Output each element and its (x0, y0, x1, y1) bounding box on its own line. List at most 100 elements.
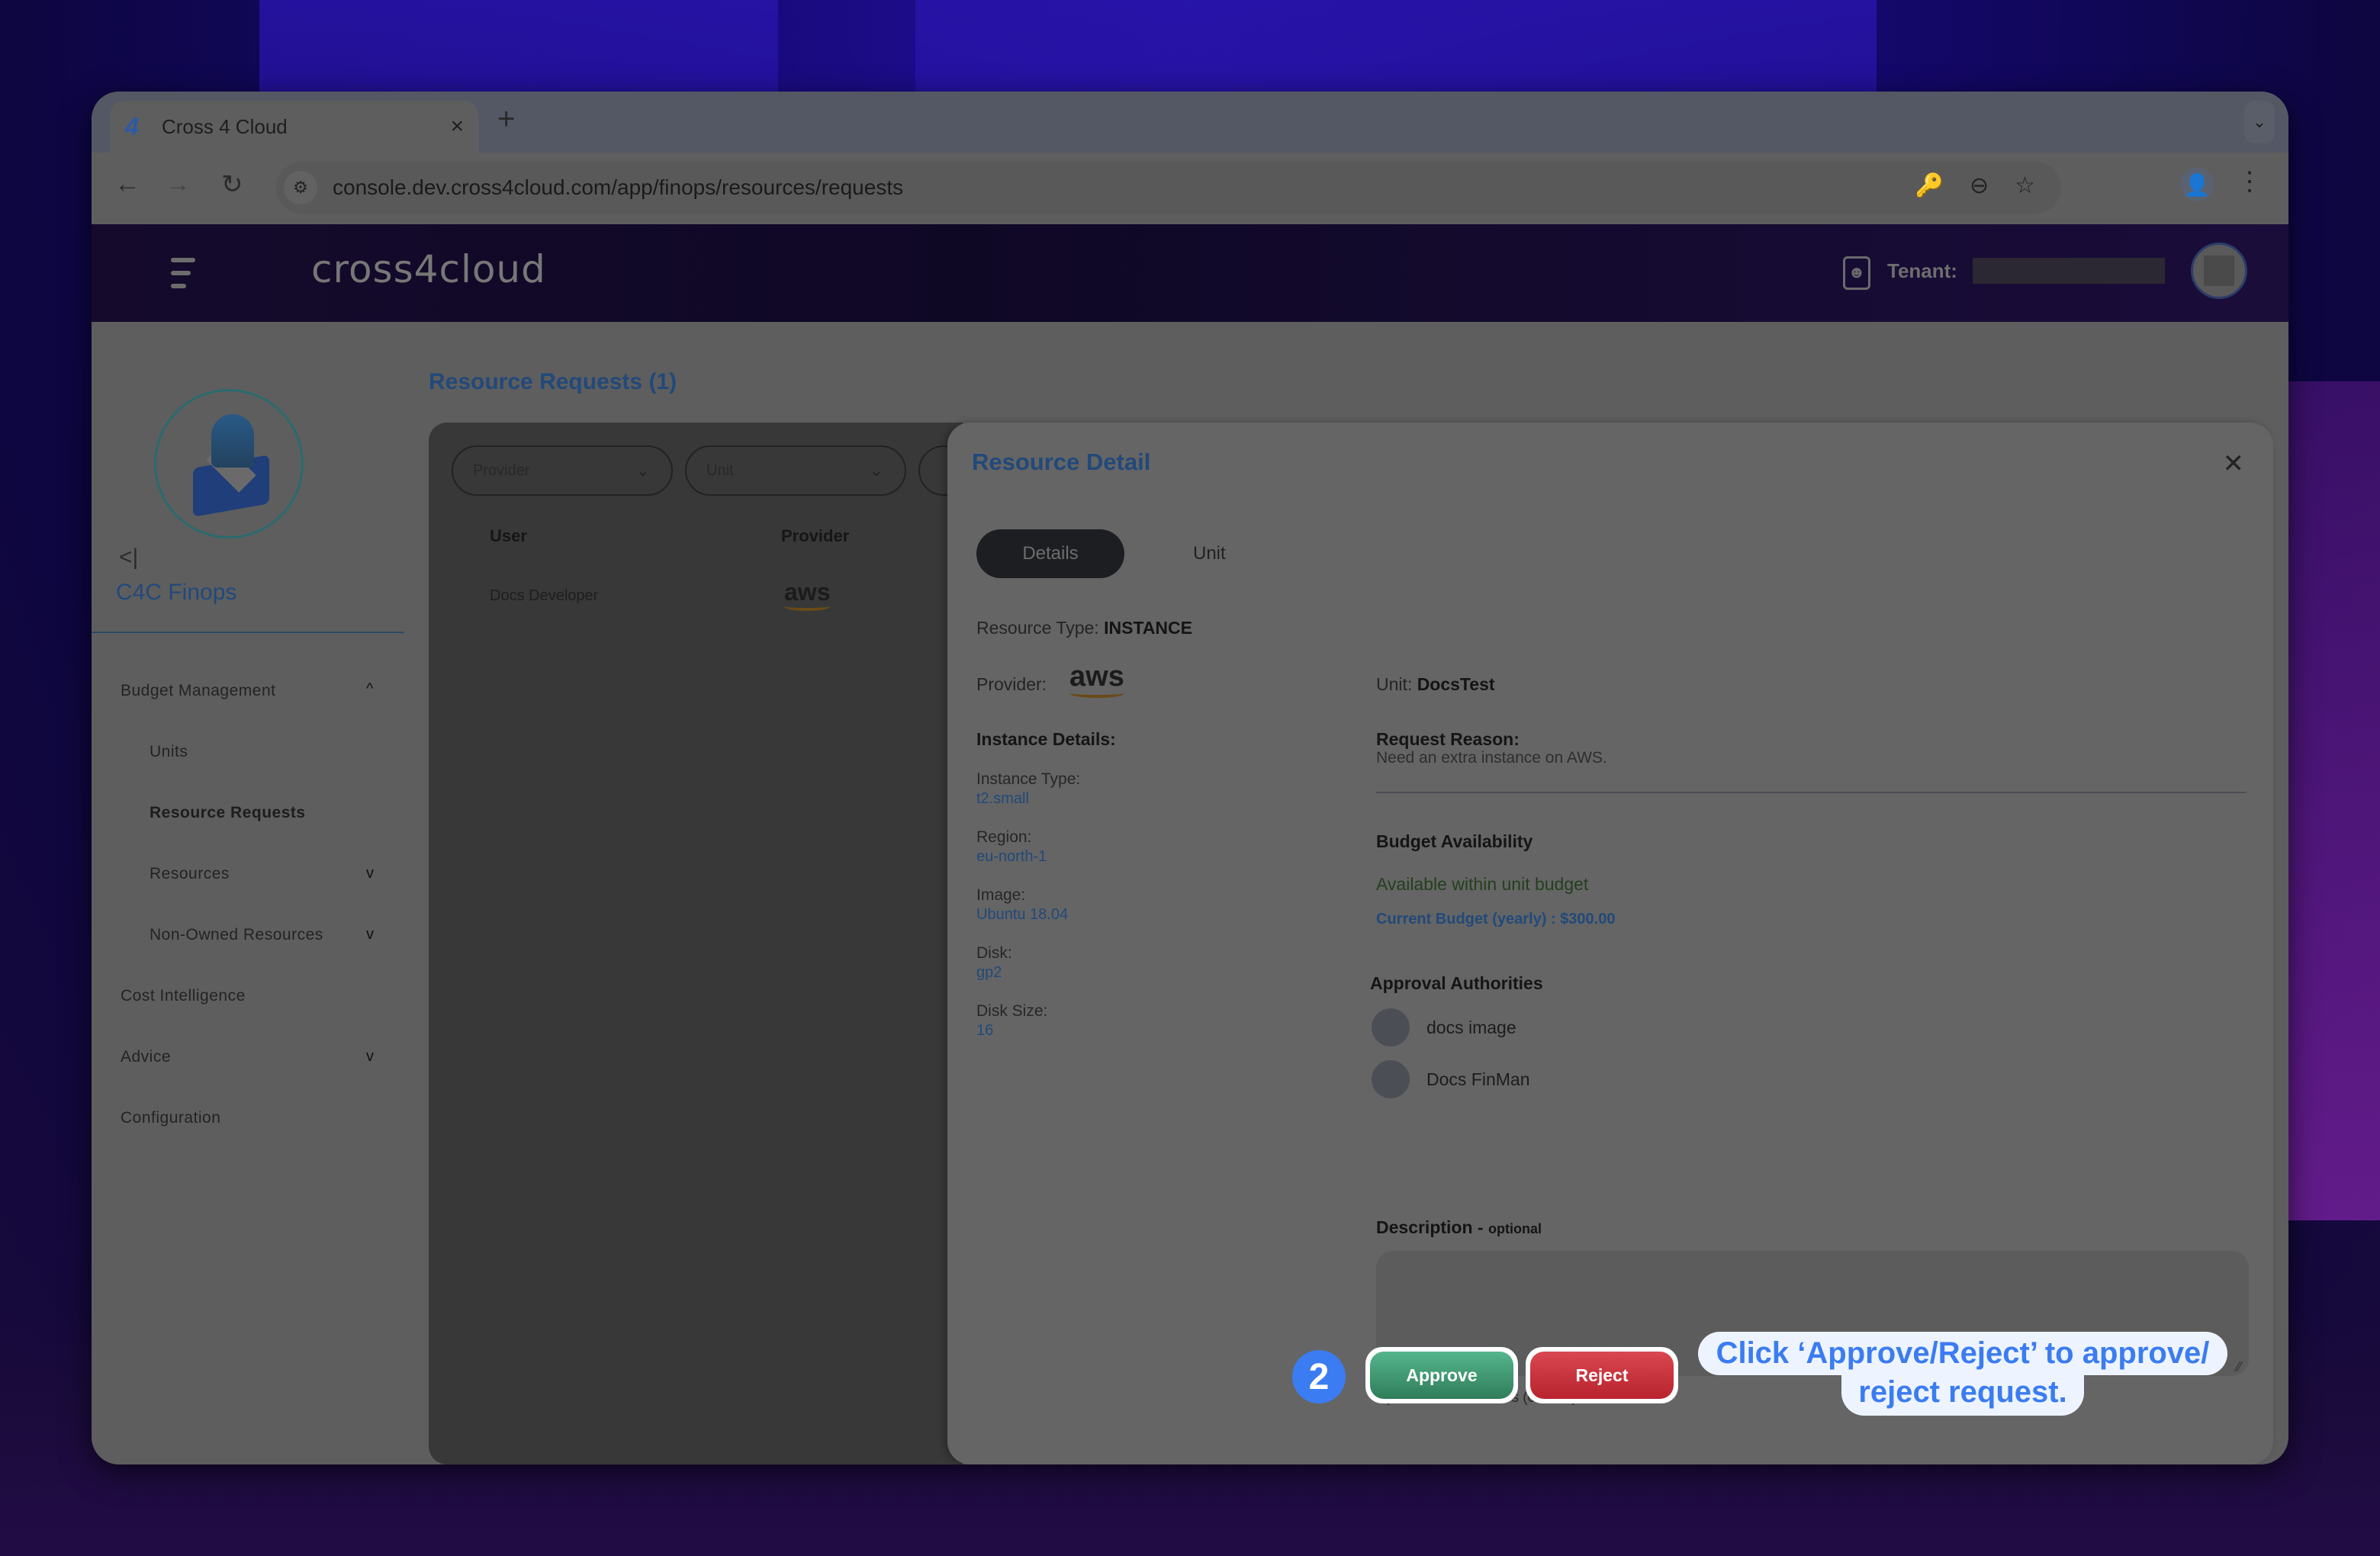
address-bar[interactable]: ⚙ console.dev.cross4cloud.com/app/finops… (276, 162, 2061, 214)
url-text[interactable]: console.dev.cross4cloud.com/app/finops/r… (333, 175, 903, 200)
sidebar-item-advice[interactable]: Advice (121, 1048, 171, 1066)
tutorial-callout: Click ‘Approve/Reject’ to approve/ rejec… (1698, 1332, 2227, 1416)
resize-handle-icon[interactable]: ⁄⁄ (2237, 1359, 2241, 1375)
approver-name: Docs FinMan (1426, 1069, 1530, 1089)
aws-logo-text: aws (784, 578, 831, 606)
new-tab-button[interactable]: + (497, 102, 515, 137)
sidebar-item-resource-requests[interactable]: Resource Requests (150, 804, 306, 822)
approver-item: docs image (1372, 1008, 1516, 1046)
finops-illustration-icon (154, 389, 304, 538)
disk-size-label: Disk Size: (976, 1002, 1048, 1020)
zoom-icon[interactable]: ⊖ (1970, 172, 1989, 199)
chevron-down-icon[interactable]: v (366, 865, 374, 882)
resource-type-value: INSTANCE (1104, 618, 1192, 638)
approve-button[interactable]: Approve (1370, 1352, 1513, 1399)
key-icon[interactable]: 🔑 (1915, 172, 1944, 199)
tenant-icon: ☻ (1843, 256, 1870, 290)
approver-item: Docs FinMan (1372, 1060, 1529, 1098)
approver-name: docs image (1426, 1017, 1516, 1037)
approver-avatar (1372, 1060, 1410, 1098)
bookmark-star-icon[interactable]: ☆ (2015, 172, 2035, 199)
sidebar-divider (92, 632, 404, 633)
region-label: Region: (976, 828, 1032, 846)
unit-filter-placeholder: Unit (706, 461, 734, 479)
callout-text-line2: reject request. (1841, 1375, 2084, 1416)
close-icon[interactable]: ✕ (2223, 448, 2245, 479)
sidebar-title: C4C Finops (116, 580, 237, 605)
approval-authorities-heading: Approval Authorities (1370, 973, 1543, 993)
browser-menu-icon[interactable]: ⋮ (2237, 166, 2263, 197)
chevron-up-icon[interactable]: ^ (366, 680, 373, 698)
provider-field: Provider: (976, 674, 1047, 695)
cross4cloud-favicon-icon: 4 (125, 113, 139, 140)
site-info-icon[interactable]: ⚙ (284, 171, 317, 204)
unit-value: DocsTest (1417, 674, 1495, 694)
chevron-down-icon[interactable]: v (366, 926, 374, 944)
tab-details[interactable]: Details (976, 529, 1124, 578)
unit-field: Unit: DocsTest (1376, 674, 1495, 695)
optional-hint: optional (1488, 1221, 1542, 1236)
tab-title: Cross 4 Cloud (162, 114, 288, 138)
budget-status: Available within unit budget (1376, 874, 1589, 894)
image-label: Image: (976, 886, 1026, 904)
forward-button[interactable]: → (165, 169, 191, 199)
sidebar-item-configuration[interactable]: Configuration (121, 1109, 220, 1127)
browser-toolbar: ← → ↻ ⚙ console.dev.cross4cloud.com/app/… (92, 153, 2288, 226)
instance-type-label: Instance Type: (976, 770, 1081, 788)
disk-label: Disk: (976, 944, 1012, 962)
description-label: Description - optional (1376, 1217, 1542, 1238)
disk-value: gp2 (976, 964, 1002, 981)
resource-type: Resource Type: INSTANCE (976, 618, 1192, 638)
resource-detail-modal: Resource Detail ✕ Details Unit Resource … (947, 423, 2273, 1464)
reject-button[interactable]: Reject (1530, 1352, 1674, 1399)
browser-tab[interactable]: 4 Cross 4 Cloud × (110, 101, 479, 153)
current-budget: Current Budget (yearly) : $300.00 (1376, 911, 1616, 927)
provider-filter[interactable]: Provider ⌄ (452, 445, 673, 496)
instance-details-heading: Instance Details: (976, 729, 1116, 749)
browser-window: 4 Cross 4 Cloud × + ⌄ ← → ↻ ⚙ console.de… (92, 92, 2288, 1464)
approve-button-highlight: Approve (1365, 1347, 1518, 1403)
tab-search-button[interactable]: ⌄ (2244, 101, 2275, 143)
app-header: cross4cloud ☻ Tenant: (92, 224, 2288, 322)
request-reason-heading: Request Reason: (1376, 729, 1520, 749)
sidebar-item-resources[interactable]: Resources (150, 865, 230, 883)
sidebar: <| C4C Finops Budget Management ^ Units … (92, 322, 404, 1464)
instance-type-value: t2.small (976, 790, 1029, 807)
back-button[interactable]: ← (114, 169, 140, 199)
budget-availability-heading: Budget Availability (1376, 831, 1533, 851)
user-avatar[interactable] (2191, 243, 2247, 299)
approver-avatar (1372, 1008, 1410, 1046)
tenant-value-redacted (1973, 258, 2165, 284)
description-label-text: Description - (1376, 1217, 1488, 1237)
brand-logo: cross4cloud (311, 247, 546, 291)
hamburger-menu-icon[interactable] (171, 258, 195, 288)
sidebar-item-cost-intelligence[interactable]: Cost Intelligence (121, 987, 246, 1005)
sidebar-item-budget-management[interactable]: Budget Management (121, 682, 275, 700)
collapse-sidebar-icon[interactable]: <| (119, 545, 138, 571)
tenant-label: Tenant: (1887, 259, 1957, 282)
provider-logo-text: aws (1069, 661, 1124, 693)
column-header-provider[interactable]: Provider (781, 526, 849, 546)
page-title: Resource Requests (1) (429, 369, 677, 394)
chevron-down-icon: ⌄ (869, 461, 883, 480)
resource-type-label: Resource Type: (976, 618, 1099, 638)
tab-unit[interactable]: Unit (1193, 543, 1226, 564)
profile-icon[interactable]: 👤 (2180, 168, 2214, 201)
aws-logo-icon: aws (1069, 661, 1124, 698)
sidebar-item-units[interactable]: Units (150, 743, 188, 761)
disk-size-value: 16 (976, 1022, 994, 1039)
image-value: Ubuntu 18.04 (976, 906, 1069, 923)
sidebar-item-non-owned-resources[interactable]: Non-Owned Resources (150, 926, 323, 944)
region-value: eu-north-1 (976, 848, 1047, 865)
column-header-user[interactable]: User (490, 526, 527, 546)
request-reason-text: Need an extra instance on AWS. (1376, 749, 1607, 767)
table-row-user[interactable]: Docs Developer (490, 587, 598, 605)
unit-filter[interactable]: Unit ⌄ (685, 445, 906, 496)
chevron-down-icon[interactable]: v (366, 1048, 374, 1066)
provider-filter-placeholder: Provider (473, 461, 530, 479)
aws-logo-icon: aws (784, 578, 831, 611)
reload-button[interactable]: ↻ (221, 169, 243, 200)
close-tab-icon[interactable]: × (450, 114, 464, 140)
divider (1376, 792, 2246, 793)
unit-label: Unit: (1376, 674, 1413, 694)
